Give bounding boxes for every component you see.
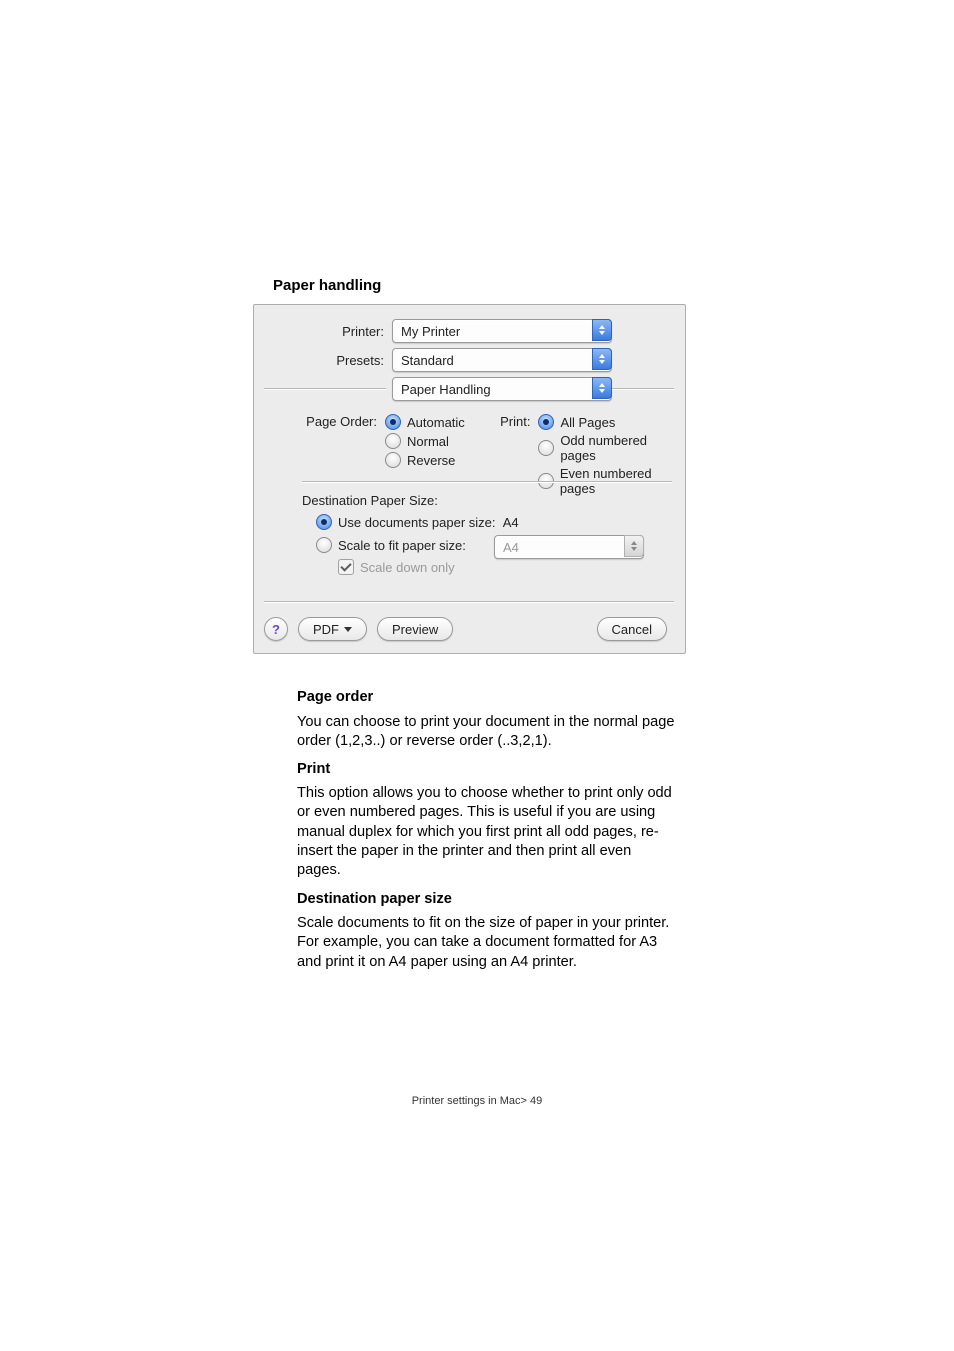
scale-paper-size-value: A4: [503, 540, 519, 555]
radio-icon: [316, 537, 332, 553]
page-order-automatic-radio[interactable]: Automatic: [385, 414, 465, 430]
section-heading: Paper handling: [273, 277, 381, 294]
radio-label: All Pages: [560, 415, 615, 430]
printer-select[interactable]: My Printer: [392, 319, 612, 343]
updown-arrows-icon: [624, 535, 644, 557]
radio-icon: [385, 452, 401, 468]
printer-select-value: My Printer: [401, 324, 460, 339]
scale-to-fit-radio[interactable]: Scale to fit paper size:: [316, 537, 466, 553]
updown-arrows-icon: [592, 377, 612, 399]
print-heading: Print: [297, 760, 679, 779]
page-order-label: Page Order:: [302, 414, 377, 471]
page-order-normal-radio[interactable]: Normal: [385, 433, 465, 449]
button-label: Cancel: [612, 622, 652, 637]
chevron-down-icon: [344, 627, 352, 632]
page-order-reverse-radio[interactable]: Reverse: [385, 452, 465, 468]
pdf-menu-button[interactable]: PDF: [298, 617, 367, 641]
radio-label: Automatic: [407, 415, 465, 430]
presets-label: Presets:: [254, 353, 384, 368]
use-doc-paper-size-radio[interactable]: Use documents paper size: A4: [316, 514, 519, 530]
panel-select[interactable]: Paper Handling: [392, 377, 612, 401]
page-order-heading: Page order: [297, 688, 679, 707]
printer-label: Printer:: [254, 324, 384, 339]
radio-label: Normal: [407, 434, 449, 449]
updown-arrows-icon: [592, 319, 612, 341]
radio-selected-icon: [316, 514, 332, 530]
scale-paper-size-select: A4: [494, 535, 644, 559]
destination-paper-size-label: Destination Paper Size:: [302, 493, 438, 508]
radio-icon: [538, 440, 554, 456]
preview-button[interactable]: Preview: [377, 617, 453, 641]
checkbox-label: Scale down only: [360, 560, 455, 575]
button-label: Preview: [392, 622, 438, 637]
presets-select[interactable]: Standard: [392, 348, 612, 372]
help-icon: ?: [272, 622, 280, 637]
print-label: Print:: [494, 414, 530, 499]
button-label: PDF: [313, 622, 339, 637]
panel-select-value: Paper Handling: [401, 382, 491, 397]
page-footer: Printer settings in Mac> 49: [0, 1095, 954, 1107]
checkbox-checked-icon: [338, 559, 354, 575]
updown-arrows-icon: [592, 348, 612, 370]
print-odd-pages-radio[interactable]: Odd numbered pages: [538, 433, 685, 463]
radio-label: Reverse: [407, 453, 455, 468]
radio-icon: [385, 433, 401, 449]
radio-label: Use documents paper size: A4: [338, 515, 519, 530]
print-all-pages-radio[interactable]: All Pages: [538, 414, 685, 430]
radio-label: Odd numbered pages: [560, 433, 685, 463]
scale-down-only-checkbox: Scale down only: [338, 559, 455, 575]
print-dialog: Printer: My Printer Presets: Standard Pa…: [253, 304, 686, 654]
destination-paragraph: Scale documents to fit on the size of pa…: [297, 914, 679, 972]
destination-heading: Destination paper size: [297, 890, 679, 909]
presets-select-value: Standard: [401, 353, 454, 368]
cancel-button[interactable]: Cancel: [597, 617, 667, 641]
print-paragraph: This option allows you to choose whether…: [297, 784, 679, 880]
radio-label: Scale to fit paper size:: [338, 538, 466, 553]
help-button[interactable]: ?: [264, 617, 288, 641]
page-order-paragraph: You can choose to print your document in…: [297, 713, 679, 752]
radio-selected-icon: [385, 414, 401, 430]
radio-selected-icon: [538, 414, 554, 430]
